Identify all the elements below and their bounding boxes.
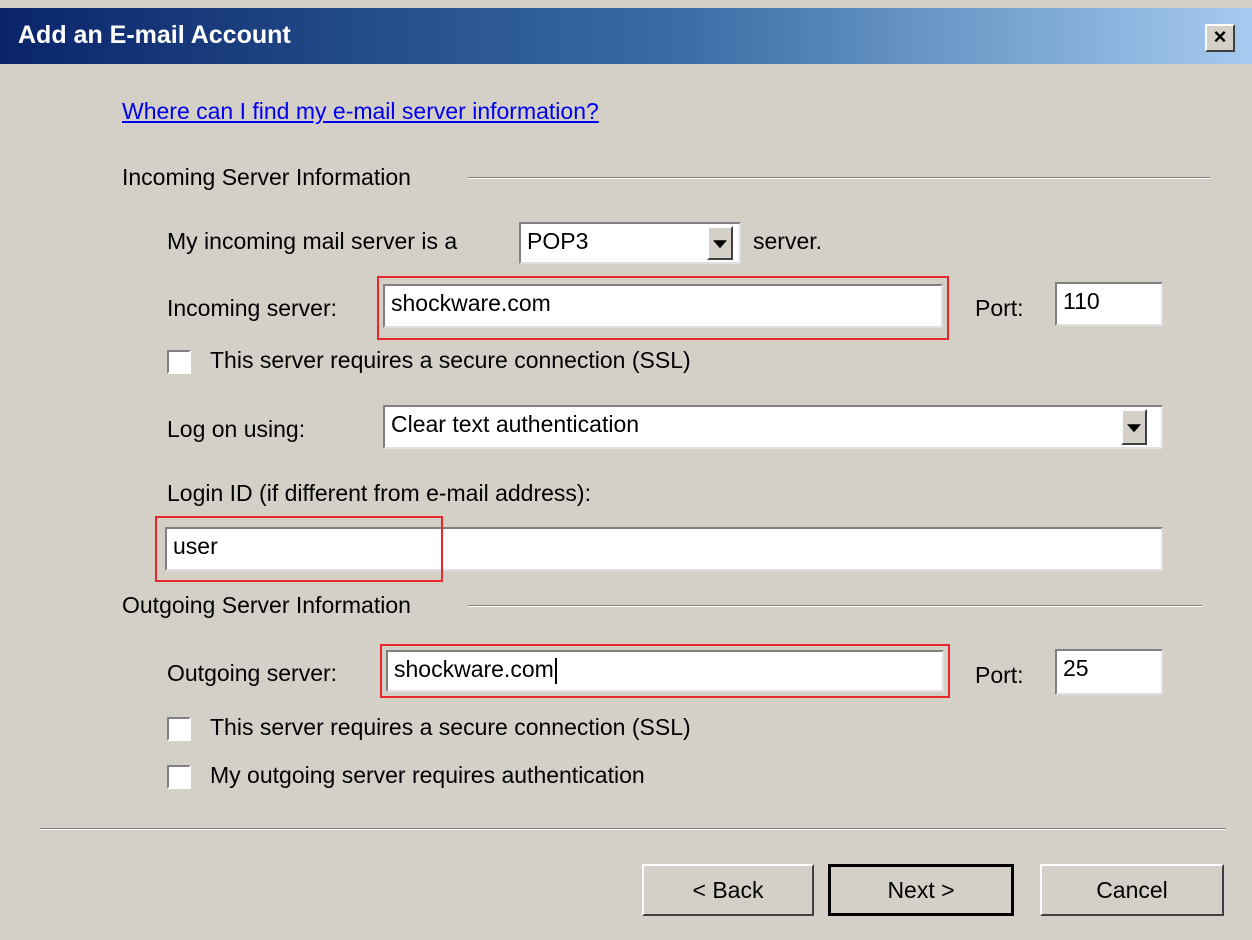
outgoing-server-highlight — [380, 644, 950, 698]
outgoing-section-divider — [468, 605, 1202, 607]
outgoing-section-label: Outgoing Server Information — [122, 592, 411, 618]
chevron-down-icon — [1127, 424, 1141, 433]
window-title: Add an E-mail Account — [18, 21, 291, 49]
incoming-ssl-label: This server requires a secure connection… — [210, 347, 691, 373]
login-id-label: Login ID (if different from e-mail addre… — [167, 480, 591, 506]
server-type-label: My incoming mail server is a — [167, 228, 458, 254]
logon-method-value: Clear text authentication — [391, 411, 640, 437]
login-id-highlight — [155, 516, 443, 582]
logon-method-dropdown-button[interactable] — [1121, 409, 1147, 445]
logon-method-label: Log on using: — [167, 416, 306, 442]
outgoing-port-value: 25 — [1063, 655, 1089, 681]
outgoing-auth-label: My outgoing server requires authenticati… — [210, 762, 645, 788]
add-email-account-dialog: Add an E-mail Account × Where can I find… — [0, 0, 1252, 940]
incoming-server-label: Incoming server: — [167, 295, 338, 321]
title-bar[interactable]: Add an E-mail Account × — [0, 8, 1252, 64]
next-button[interactable]: Next > — [828, 864, 1014, 916]
server-type-value: POP3 — [527, 228, 589, 254]
close-icon: × — [1213, 24, 1227, 49]
outgoing-server-label: Outgoing server: — [167, 660, 338, 686]
logon-method-dropdown[interactable]: Clear text authentication — [383, 405, 1163, 449]
outgoing-ssl-label: This server requires a secure connection… — [210, 714, 691, 740]
incoming-section-label: Incoming Server Information — [122, 164, 411, 190]
incoming-section-divider — [468, 177, 1210, 179]
server-type-dropdown-button[interactable] — [707, 226, 733, 260]
outgoing-ssl-checkbox[interactable] — [167, 717, 191, 741]
outgoing-port-input[interactable]: 25 — [1055, 649, 1163, 695]
incoming-port-label: Port: — [975, 295, 1024, 321]
cancel-button[interactable]: Cancel — [1040, 864, 1224, 916]
outgoing-auth-checkbox[interactable] — [167, 765, 191, 789]
back-button[interactable]: < Back — [642, 864, 814, 916]
close-button[interactable]: × — [1205, 24, 1235, 52]
incoming-ssl-checkbox[interactable] — [167, 350, 191, 374]
incoming-server-highlight — [377, 276, 949, 340]
outgoing-port-label: Port: — [975, 662, 1024, 688]
incoming-port-value: 110 — [1063, 288, 1100, 314]
incoming-port-input[interactable]: 110 — [1055, 282, 1163, 326]
button-area-divider — [40, 828, 1226, 830]
chevron-down-icon — [713, 240, 727, 249]
server-type-suffix: server. — [753, 228, 823, 254]
server-info-help-link[interactable]: Where can I find my e-mail server inform… — [122, 98, 599, 125]
